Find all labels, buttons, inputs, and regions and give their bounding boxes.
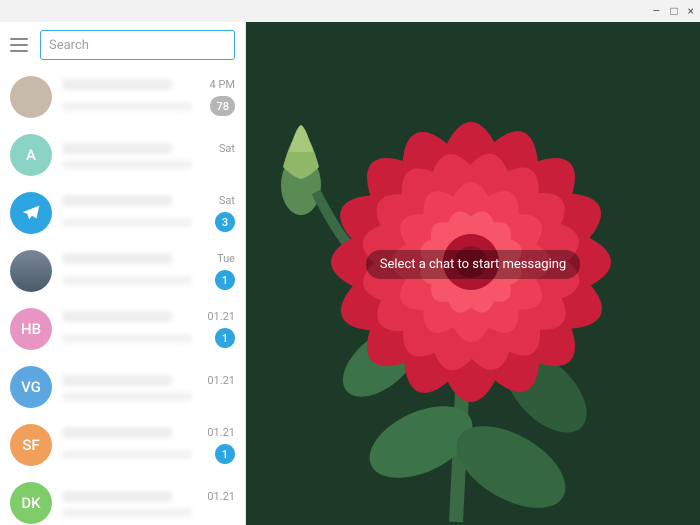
chat-date: 01.21 [207, 490, 235, 503]
chat-name [62, 491, 172, 502]
chat-preview [62, 102, 192, 111]
chat-name [62, 427, 172, 438]
chat-item[interactable]: Sat 3 [0, 184, 245, 242]
chat-name [62, 375, 172, 386]
chat-name [62, 253, 172, 264]
empty-state-message: Select a chat to start messaging [366, 250, 580, 279]
chat-date: Tue [217, 252, 235, 265]
chat-preview [62, 508, 192, 517]
search-input[interactable] [40, 30, 235, 60]
window-close[interactable]: × [688, 4, 694, 18]
avatar: SF [10, 424, 52, 466]
chat-item[interactable]: A Sat [0, 126, 245, 184]
avatar: DK [10, 482, 52, 524]
main-panel: Select a chat to start messaging [246, 22, 700, 525]
chat-name [62, 311, 172, 322]
chat-preview [62, 160, 192, 169]
window-minimize[interactable]: – [652, 4, 660, 18]
chat-date: 01.21 [207, 310, 235, 323]
chat-item[interactable]: 4 PM 78 [0, 68, 245, 126]
chat-date: Sat [219, 194, 235, 207]
chat-item[interactable]: SF 01.21 1 [0, 416, 245, 474]
menu-icon[interactable] [10, 35, 30, 55]
chat-preview [62, 334, 192, 343]
chat-item[interactable]: HB 01.21 1 [0, 300, 245, 358]
chat-preview [62, 450, 192, 459]
window-maximize[interactable]: □ [670, 4, 677, 18]
avatar [10, 76, 52, 118]
chat-item[interactable]: Tue 1 [0, 242, 245, 300]
chat-date: 01.21 [207, 374, 235, 387]
chat-preview [62, 276, 192, 285]
chat-name [62, 143, 172, 154]
chat-date: 01.21 [207, 426, 235, 439]
chat-date: Sat [219, 142, 235, 155]
chat-date: 4 PM [210, 78, 235, 91]
unread-badge: 78 [210, 96, 235, 116]
unread-badge: 1 [215, 270, 235, 290]
avatar [10, 192, 52, 234]
avatar: VG [10, 366, 52, 408]
chat-preview [62, 218, 192, 227]
chat-item[interactable]: DK 01.21 [0, 474, 245, 525]
avatar [10, 250, 52, 292]
window-titlebar: – □ × [0, 0, 700, 22]
chat-item[interactable]: VG 01.21 [0, 358, 245, 416]
topbar [0, 22, 245, 68]
chat-name [62, 195, 172, 206]
avatar: HB [10, 308, 52, 350]
sidebar: 4 PM 78 A Sat Sat 3 Tue 1 HB 01.21 1 VG 01.21 SF 01.21… [0, 22, 246, 525]
chat-preview [62, 392, 192, 401]
unread-badge: 1 [215, 444, 235, 464]
chat-name [62, 79, 172, 90]
avatar: A [10, 134, 52, 176]
chat-list: 4 PM 78 A Sat Sat 3 Tue 1 HB 01.21 1 VG 01.21 SF 01.21… [0, 68, 245, 525]
unread-badge: 1 [215, 328, 235, 348]
unread-badge: 3 [215, 212, 235, 232]
